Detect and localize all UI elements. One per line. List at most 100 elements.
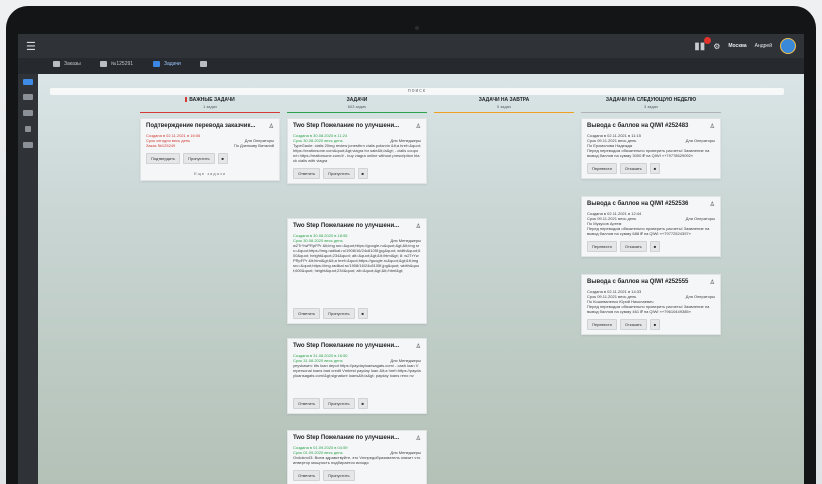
decline-button[interactable]: Отказать (619, 163, 647, 174)
column-count: 0 задач (497, 104, 511, 109)
user-icon[interactable]: ♙ (710, 123, 715, 130)
transfer-button[interactable]: Перевести (587, 319, 617, 330)
reply-button[interactable]: Ответить (293, 398, 321, 409)
app-screen: ☰ ▮▮ ⚙ Москва Андрей Заказы №125291 Зада… (18, 34, 804, 484)
reply-button[interactable]: Ответить (293, 308, 321, 319)
skip-button[interactable]: Пропустить (183, 153, 215, 164)
sidebar-card-icon[interactable] (23, 142, 33, 148)
tab-order-125291[interactable]: №125291 (100, 61, 133, 67)
top-bar: ☰ ▮▮ ⚙ Москва Андрей (18, 34, 804, 58)
withdrawal-task-card[interactable]: Вывода с баллов на QIWI #252536 ♙ Создан… (581, 196, 721, 257)
hamburger-menu-icon[interactable]: ☰ (26, 40, 36, 53)
sidebar (18, 74, 38, 484)
user-icon[interactable]: ♙ (416, 343, 421, 350)
order-icon (100, 61, 107, 67)
decline-button[interactable]: Отказать (619, 241, 647, 252)
card-icon (200, 61, 207, 67)
card-role: Для Операторы (685, 294, 715, 299)
comment-icon[interactable]: ■ (357, 398, 368, 409)
comment-icon[interactable]: ■ (649, 163, 661, 174)
skip-button[interactable]: Пропустить (323, 470, 355, 481)
card-text: yeyvkawm: tits loan depot https://payday… (293, 363, 421, 378)
column-count: 1 задач (203, 104, 217, 109)
withdrawal-task-card[interactable]: Вывода с баллов на QIWI #252555 ♙ Создан… (581, 274, 721, 335)
comment-icon[interactable]: ■ (217, 153, 228, 164)
column-title: ЗАДАЧИ НА СЛЕДУЮЩУЮ НЕДЕЛЮ (605, 97, 697, 103)
column-title: ЗАДАЧИ (346, 97, 368, 103)
task-card[interactable]: Two Step Пожелание по улучшени... ♙ Созд… (287, 338, 427, 414)
reply-button[interactable]: Ответить (293, 470, 321, 481)
sidebar-dashboard-icon[interactable] (23, 79, 33, 85)
tab-card[interactable] (200, 61, 207, 67)
user-icon[interactable]: ♙ (416, 435, 421, 442)
tasks-icon (153, 61, 160, 67)
tab-orders[interactable]: Заказы (53, 61, 81, 67)
transfer-button[interactable]: Перевести (587, 163, 617, 174)
card-role: Для Операторы (685, 138, 715, 143)
card-title: Two Step Пожелание по улучшени... (293, 343, 400, 349)
confirm-button[interactable]: Подтвердить (146, 153, 181, 164)
comment-icon[interactable]: ■ (649, 319, 661, 330)
column-count: 603 задач (347, 104, 367, 109)
more-tasks-link[interactable]: Еще задачи (141, 168, 279, 180)
notifications-icon[interactable]: ▮▮ (694, 36, 712, 52)
card-order-link[interactable]: Заказ №125249 (146, 143, 175, 148)
user-icon[interactable]: ♙ (269, 123, 274, 130)
column-urgent: ВАЖНЫЕ ЗАДАЧИ 1 задач (140, 97, 280, 113)
user-icon[interactable]: ♙ (416, 223, 421, 230)
task-card[interactable]: Two Step Пожелание по улучшени... ♙ Созд… (287, 430, 427, 484)
transfer-button[interactable]: Перевести (587, 241, 617, 252)
column-line (581, 112, 721, 113)
card-title: Вывода с баллов на QIWI #252483 (587, 123, 689, 129)
comment-icon[interactable]: ■ (357, 168, 368, 179)
avatar[interactable] (780, 38, 796, 54)
column-count: 3 задач (644, 104, 658, 109)
skip-button[interactable]: Пропустить (323, 398, 355, 409)
skip-button[interactable]: Пропустить (323, 308, 355, 319)
top-bar-right: ▮▮ ⚙ Москва Андрей (694, 36, 796, 54)
card-role: Для Операторы (685, 216, 715, 221)
decline-button[interactable]: Отказать (619, 319, 647, 330)
sidebar-list-icon[interactable] (23, 94, 33, 100)
user-icon[interactable]: ♙ (710, 279, 715, 286)
sidebar-orders-icon[interactable] (23, 110, 33, 116)
sidebar-user-icon[interactable] (25, 126, 31, 132)
urgent-task-card[interactable]: Подтверждение перевода заказчик... ♙ Соз… (140, 118, 280, 181)
card-title: Вывода с баллов на QIWI #252555 (587, 279, 689, 285)
task-board: поиск ВАЖНЫЕ ЗАДАЧИ 1 задач ЗАДАЧИ 603 з… (50, 82, 798, 484)
column-line (287, 112, 427, 113)
withdrawal-task-card[interactable]: Вывода с баллов на QIWI #252483 ♙ Создан… (581, 118, 721, 179)
user-location: Москва (728, 43, 747, 49)
card-text: Перед переводом обязательно проверить ра… (587, 148, 710, 158)
card-text: TypeGaole: cialis 20mg review jonesthrn … (293, 143, 421, 163)
column-tasks: ЗАДАЧИ 603 задач (287, 97, 427, 113)
search-input[interactable]: поиск (50, 88, 784, 95)
comment-icon[interactable]: ■ (357, 308, 368, 319)
card-text: Перед переводом обязательно проверить ра… (587, 304, 710, 314)
task-card[interactable]: Two Step Пожелание по улучшени... ♙ Созд… (287, 218, 427, 324)
column-line (140, 112, 280, 113)
column-title: ЗАДАЧИ НА ЗАВТРА (478, 97, 530, 103)
card-title: Two Step Пожелание по улучшени... (293, 123, 400, 129)
skip-button[interactable]: Пропустить (323, 168, 355, 179)
card-text: Перед переводом обязательно проверить ра… (587, 226, 710, 236)
user-icon[interactable]: ♙ (710, 201, 715, 208)
column-next-week: ЗАДАЧИ НА СЛЕДУЮЩУЮ НЕДЕЛЮ 3 задач (581, 97, 721, 113)
reply-button[interactable]: Ответить (293, 168, 321, 179)
user-icon[interactable]: ♙ (416, 123, 421, 130)
camera-dot (415, 26, 419, 30)
grid-icon (53, 61, 60, 67)
card-text: w2TrYwPRpFPr &lt;img src=&quot;https://g… (293, 243, 421, 273)
card-title: Вывода с баллов на QIWI #252536 (587, 201, 689, 207)
task-card[interactable]: Two Step Пожелание по улучшени... ♙ Созд… (287, 118, 427, 184)
user-name[interactable]: Андрей (755, 43, 772, 49)
card-assignee: По Дзенкову Виталий (233, 143, 274, 148)
tab-bar: Заказы №125291 Задачи (18, 58, 804, 74)
urgent-marker-icon (185, 97, 188, 103)
device-frame: ☰ ▮▮ ⚙ Москва Андрей Заказы №125291 Зада… (0, 0, 822, 484)
comment-icon[interactable]: ■ (649, 241, 661, 252)
tab-tasks[interactable]: Задачи (153, 61, 181, 67)
card-title: Two Step Пожелание по улучшени... (293, 435, 400, 441)
card-title: Two Step Пожелание по улучшени... (293, 223, 400, 229)
settings-icon[interactable]: ⚙ (713, 42, 720, 51)
